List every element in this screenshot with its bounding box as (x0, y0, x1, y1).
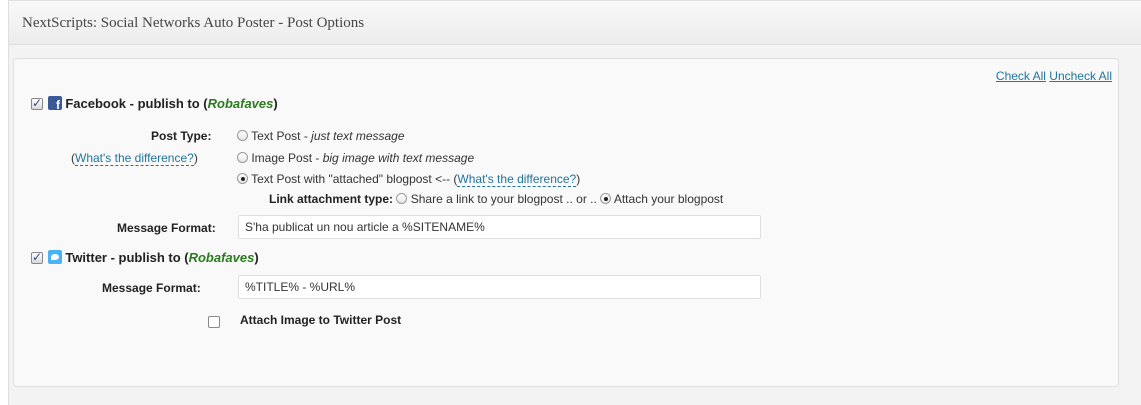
attached-post-radio[interactable] (237, 173, 248, 184)
twitter-title: Twitter - publish to (Robafaves) (65, 250, 259, 265)
whats-the-difference-link-2[interactable]: What's the difference? (457, 172, 577, 187)
options-panel: Check All Uncheck All Facebook - publish… (13, 58, 1119, 387)
attach-image-row (208, 315, 220, 329)
share-link-label: Share a link to your blogpost .. or .. (410, 192, 597, 206)
facebook-icon (48, 96, 62, 112)
link-attachment-label: Link attachment type: (269, 192, 394, 206)
attach-blogpost-radio[interactable] (600, 193, 612, 204)
image-post-radio[interactable] (237, 152, 248, 163)
facebook-title: Facebook - publish to (Robafaves) (65, 96, 278, 111)
twitter-section-header: Twitter - publish to (Robafaves) (31, 250, 259, 265)
facebook-section-header: Facebook - publish to (Robafaves) (31, 96, 278, 112)
twitter-icon (48, 250, 62, 264)
check-links: Check All Uncheck All (996, 69, 1112, 83)
box-header: NextScripts: Social Networks Auto Poster… (9, 1, 1141, 45)
attach-image-checkbox[interactable] (208, 316, 220, 328)
twitter-account: Robafaves (188, 250, 255, 265)
text-post-radio[interactable] (237, 130, 248, 141)
twitter-message-format-input[interactable]: %TITLE% - %URL% (238, 275, 761, 299)
attach-image-label: Attach Image to Twitter Post (240, 313, 402, 327)
twitter-checkbox[interactable] (31, 250, 43, 264)
post-type-text-option[interactable]: Text Post - just text message (237, 129, 405, 143)
facebook-message-format-input[interactable]: S'ha publicat un nou article a %SITENAME… (238, 215, 761, 239)
post-type-image-option[interactable]: Image Post - big image with text message (237, 151, 474, 165)
facebook-account: Robafaves (207, 96, 274, 111)
post-type-attached-option[interactable]: Text Post with "attached" blogpost <-- (… (237, 172, 580, 187)
box-title: NextScripts: Social Networks Auto Poster… (22, 15, 365, 31)
whats-the-difference-link[interactable]: What's the difference? (75, 151, 194, 166)
post-type-label: Post Type: (151, 129, 212, 143)
attach-blogpost-label: Attach your blogpost (613, 192, 724, 206)
check-all-link[interactable]: Check All (996, 69, 1046, 83)
post-type-difference: (What's the difference?) (71, 151, 198, 166)
twitter-message-format-label: Message Format: (102, 281, 201, 295)
facebook-checkbox[interactable] (31, 96, 43, 110)
uncheck-all-link[interactable]: Uncheck All (1049, 69, 1112, 83)
link-attachment-row: Link attachment type: Share a link to yo… (269, 192, 723, 206)
share-link-radio[interactable] (396, 193, 408, 204)
facebook-message-format-label: Message Format: (117, 221, 216, 235)
